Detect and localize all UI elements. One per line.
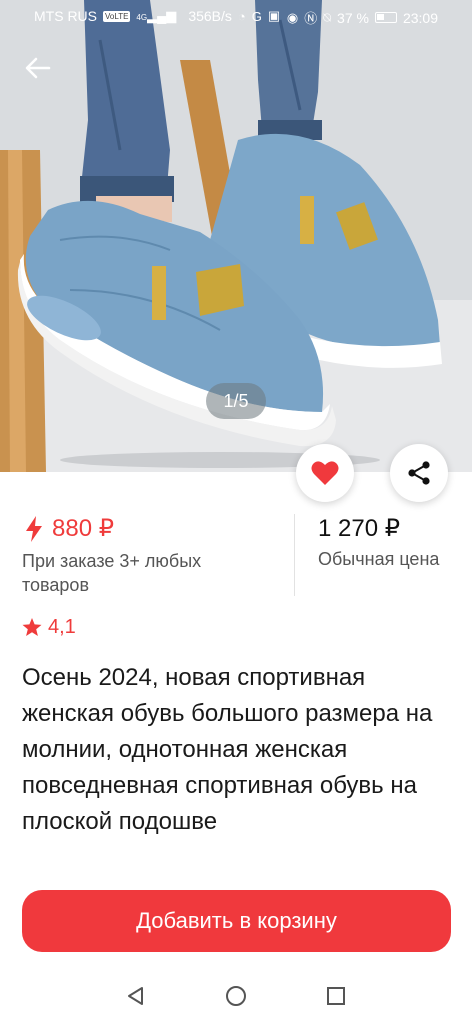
square-recents-icon xyxy=(327,987,345,1005)
arrow-left-icon xyxy=(25,57,51,79)
mute-icon: ⍉ xyxy=(323,9,332,25)
signal-icon: 4G▂▄▆ xyxy=(136,8,177,23)
rating-value: 4,1 xyxy=(48,616,76,638)
g-app-icon: G xyxy=(251,8,262,24)
nfc-icon: Ⓝ xyxy=(304,11,318,26)
triangle-back-icon xyxy=(128,987,143,1005)
o-app-icon: ◔ xyxy=(237,8,246,24)
battery-percent: 37 % xyxy=(337,9,369,26)
circle-home-icon xyxy=(226,986,246,1006)
n-app-icon: ▣ xyxy=(267,8,281,23)
eye-icon: ◉ xyxy=(286,9,299,25)
system-nav-bar xyxy=(0,968,472,1024)
nav-recents-button[interactable] xyxy=(324,984,348,1008)
status-bar: MTS RUS VoLTE 4G▂▄▆ 356B/s ◔ G ▣ ◉ Ⓝ ⍉ 3… xyxy=(0,0,472,34)
price-divider xyxy=(294,514,295,596)
rating[interactable]: 4,1 xyxy=(22,616,76,639)
product-title: Осень 2024, новая спортивная женская обу… xyxy=(22,664,433,835)
lightning-icon xyxy=(26,515,42,542)
back-button[interactable] xyxy=(20,50,56,86)
promo-price: 880 ₽ xyxy=(24,514,114,543)
promo-price-note: При заказе 3+ любых товаров xyxy=(22,551,202,595)
heart-icon xyxy=(311,461,339,485)
star-icon xyxy=(22,618,42,636)
network-speed: 356B/s xyxy=(188,8,232,24)
regular-price-note: Обычная цена xyxy=(318,549,440,569)
share-button[interactable] xyxy=(390,444,448,502)
favorite-button[interactable] xyxy=(296,444,354,502)
promo-price-value: 880 ₽ xyxy=(52,515,114,542)
nav-home-button[interactable] xyxy=(224,984,248,1008)
carrier-label: MTS RUS xyxy=(34,8,97,24)
regular-price: 1 270 ₽ xyxy=(318,515,400,542)
volte-badge: VoLTE xyxy=(103,10,131,22)
nav-back-button[interactable] xyxy=(124,984,148,1008)
add-to-cart-button[interactable]: Добавить в корзину xyxy=(22,890,451,952)
image-counter: 1/5 xyxy=(206,383,266,419)
battery-icon xyxy=(374,12,397,23)
clock: 23:09 xyxy=(402,9,438,26)
share-icon xyxy=(408,461,430,485)
